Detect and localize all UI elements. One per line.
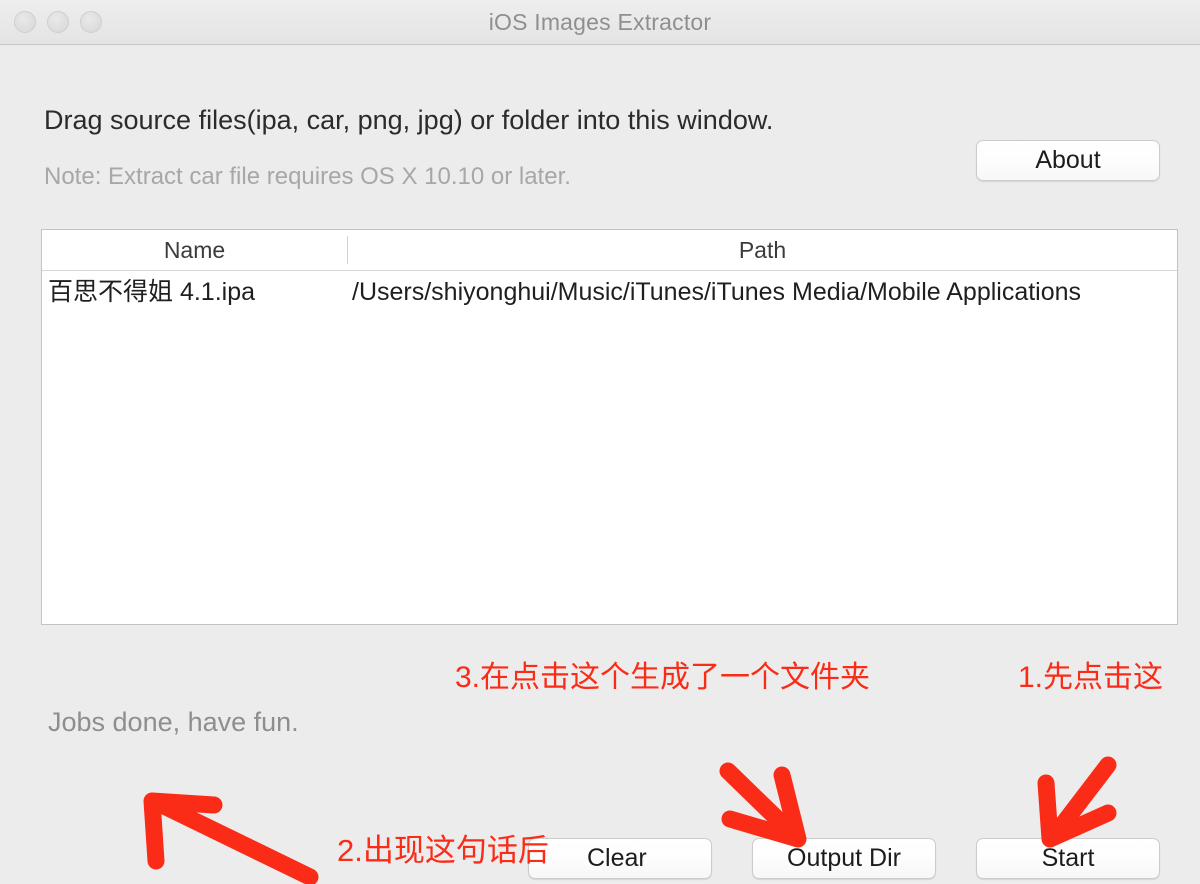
table-body: 百思不得姐 4.1.ipa /Users/shiyonghui/Music/iT… bbox=[42, 271, 1177, 624]
status-text: Jobs done, have fun. bbox=[48, 707, 299, 737]
arrow-pointing-to-status-icon bbox=[143, 792, 319, 884]
window-title: iOS Images Extractor bbox=[488, 9, 712, 35]
annotation-step-1: 1.先点击这 bbox=[1018, 661, 1164, 694]
column-header-name[interactable]: Name bbox=[42, 230, 347, 270]
start-button[interactable]: Start bbox=[976, 838, 1160, 879]
annotation-step-2: 2.出现这句话后 bbox=[337, 833, 549, 868]
note-text: Note: Extract car file requires OS X 10.… bbox=[44, 163, 571, 190]
window-titlebar: iOS Images Extractor bbox=[0, 0, 1200, 45]
window-content: Drag source files(ipa, car, png, jpg) or… bbox=[0, 45, 1200, 884]
table-row[interactable]: 百思不得姐 4.1.ipa /Users/shiyonghui/Music/iT… bbox=[42, 271, 1177, 313]
table-header-row: Name Path bbox=[42, 230, 1177, 271]
cell-file-name: 百思不得姐 4.1.ipa bbox=[48, 278, 256, 306]
app-window: iOS Images Extractor Drag source files(i… bbox=[0, 0, 1200, 884]
clear-button[interactable]: Clear bbox=[528, 838, 712, 879]
output-dir-button[interactable]: Output Dir bbox=[752, 838, 936, 879]
cell-file-path: /Users/shiyonghui/Music/iTunes/iTunes Me… bbox=[352, 278, 1082, 306]
column-header-path[interactable]: Path bbox=[348, 230, 1177, 270]
annotation-step-3: 3.在点击这个生成了一个文件夹 bbox=[455, 661, 871, 694]
drag-instruction-text: Drag source files(ipa, car, png, jpg) or… bbox=[44, 105, 774, 135]
about-button[interactable]: About bbox=[976, 140, 1160, 181]
file-table[interactable]: Name Path 百思不得姐 4.1.ipa /Users/shiyonghu… bbox=[41, 229, 1178, 625]
